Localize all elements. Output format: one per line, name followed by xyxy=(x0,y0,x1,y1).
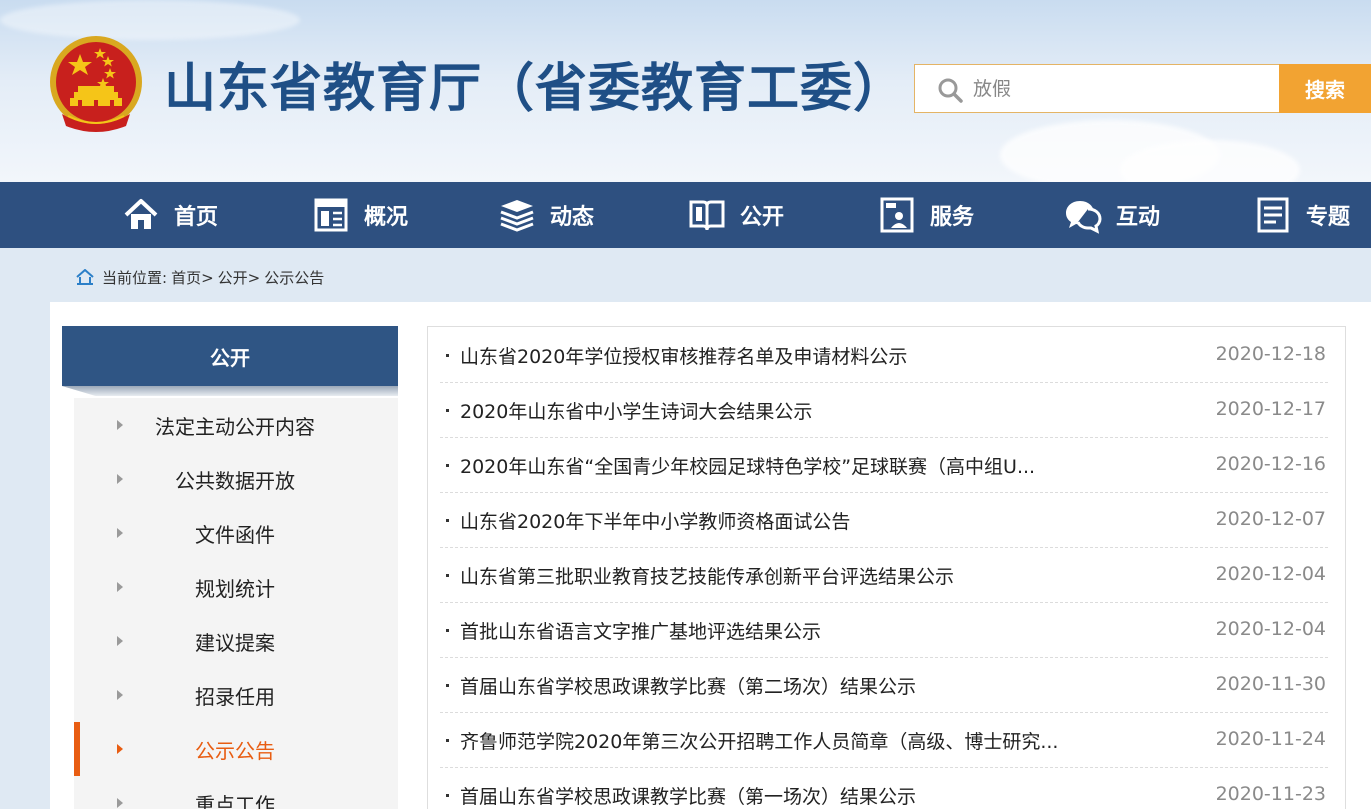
service-icon xyxy=(880,197,914,233)
sidebar-item-label: 规划统计 xyxy=(195,576,275,601)
nav-item-service[interactable]: 服务 xyxy=(878,182,974,248)
news-title[interactable]: 山东省2020年下半年中小学教师资格面试公告 xyxy=(460,507,1110,534)
nav-item-news[interactable]: 动态 xyxy=(498,182,594,248)
news-list-item[interactable]: 首批山东省语言文字推广基地评选结果公示 2020-12-04 xyxy=(440,603,1328,658)
sidebar-item-label: 重点工作 xyxy=(195,792,275,809)
breadcrumb-prefix: 当前位置: xyxy=(102,268,168,287)
news-title[interactable]: 首届山东省学校思政课教学比赛（第二场次）结果公示 xyxy=(460,672,1110,699)
sidebar-item-label: 招录任用 xyxy=(195,684,275,709)
nav-label: 服务 xyxy=(930,205,975,230)
nav-item-open[interactable]: 公开 xyxy=(688,182,784,248)
nav-label: 首页 xyxy=(174,205,219,230)
open-book-icon xyxy=(689,200,725,231)
nav-label: 公开 xyxy=(740,205,785,230)
news-list-item[interactable]: 2020年山东省中小学生诗词大会结果公示 2020-12-17 xyxy=(440,383,1328,438)
search-icon xyxy=(938,78,963,103)
site-title: 山东省教育厅（省委教育工委） xyxy=(164,59,907,119)
sidebar-item-label: 建议提案 xyxy=(195,630,275,655)
sidebar-menu: 法定主动公开内容 公共数据开放 文件函件 规划统计 建议提案 招录任用 公示公告… xyxy=(74,398,398,809)
main-nav: 首页 概况 动态 公开 服务 互动 专题 xyxy=(0,182,1371,248)
news-title[interactable]: 山东省第三批职业教育技艺技能传承创新平台评选结果公示 xyxy=(460,562,1110,589)
sidebar-item-documents[interactable]: 文件函件 xyxy=(74,506,398,560)
nav-label: 专题 xyxy=(1306,205,1351,230)
bullet-icon xyxy=(446,794,449,797)
sidebar-item-label: 公共数据开放 xyxy=(175,468,295,493)
news-list-item[interactable]: 齐鲁师范学院2020年第三次公开招聘工作人员简章（高级、博士研究... 2020… xyxy=(440,713,1328,768)
nav-item-home[interactable]: 首页 xyxy=(122,182,218,248)
news-date: 2020-11-30 xyxy=(1215,673,1326,695)
home-icon xyxy=(124,199,158,229)
bullet-icon xyxy=(446,684,449,687)
nav-label: 概况 xyxy=(364,205,409,230)
site-header: 山东省教育厅（省委教育工委） 搜索 xyxy=(0,0,1371,182)
sidebar-item-public-data[interactable]: 公共数据开放 xyxy=(74,452,398,506)
sidebar-item-announcements[interactable]: 公示公告 xyxy=(74,722,398,776)
sidebar-item-proposals[interactable]: 建议提案 xyxy=(74,614,398,668)
stack-icon xyxy=(500,200,534,232)
bullet-icon xyxy=(446,464,449,467)
news-date: 2020-12-07 xyxy=(1215,508,1326,530)
news-list-item[interactable]: 2020年山东省“全国青少年校园足球特色学校”足球联赛（高中组U... 2020… xyxy=(440,438,1328,493)
document-icon xyxy=(1257,197,1289,233)
news-title[interactable]: 齐鲁师范学院2020年第三次公开招聘工作人员简章（高级、博士研究... xyxy=(460,727,1110,754)
cloud-decoration xyxy=(0,0,300,40)
news-date: 2020-12-17 xyxy=(1215,398,1326,420)
bullet-icon xyxy=(446,739,449,742)
news-list-item[interactable]: 首届山东省学校思政课教学比赛（第二场次）结果公示 2020-11-30 xyxy=(440,658,1328,713)
chat-icon xyxy=(1066,201,1102,234)
bullet-icon xyxy=(446,629,449,632)
sidebar-item-label: 公示公告 xyxy=(195,738,275,763)
nav-label: 互动 xyxy=(1116,205,1161,230)
sidebar-heading-shadow xyxy=(62,386,398,396)
bullet-icon xyxy=(446,409,449,412)
bullet-icon xyxy=(446,574,449,577)
overview-icon xyxy=(314,198,348,232)
news-date: 2020-11-23 xyxy=(1215,783,1326,805)
sidebar-item-label: 文件函件 xyxy=(195,522,275,547)
national-emblem-icon xyxy=(50,36,142,132)
bullet-icon xyxy=(446,519,449,522)
news-title[interactable]: 2020年山东省中小学生诗词大会结果公示 xyxy=(460,397,1110,424)
search-input[interactable] xyxy=(973,65,1273,112)
bullet-icon xyxy=(446,354,449,357)
news-title[interactable]: 首届山东省学校思政课教学比赛（第一场次）结果公示 xyxy=(460,782,1110,809)
news-date: 2020-12-16 xyxy=(1215,453,1326,475)
news-date: 2020-12-04 xyxy=(1215,618,1326,640)
news-title[interactable]: 2020年山东省“全国青少年校园足球特色学校”足球联赛（高中组U... xyxy=(460,452,1110,479)
breadcrumb-open[interactable]: 公开> xyxy=(218,267,261,288)
news-list-item[interactable]: 山东省第三批职业教育技艺技能传承创新平台评选结果公示 2020-12-04 xyxy=(440,548,1328,603)
nav-item-interact[interactable]: 互动 xyxy=(1064,182,1160,248)
search-button[interactable]: 搜索 xyxy=(1279,64,1371,113)
sidebar-item-legal-disclosure[interactable]: 法定主动公开内容 xyxy=(74,398,398,452)
news-title[interactable]: 首批山东省语言文字推广基地评选结果公示 xyxy=(460,617,1110,644)
nav-item-overview[interactable]: 概况 xyxy=(312,182,408,248)
breadcrumb-current[interactable]: 公示公告 xyxy=(264,267,324,288)
nav-item-topics[interactable]: 专题 xyxy=(1254,182,1350,248)
news-date: 2020-12-04 xyxy=(1215,563,1326,585)
breadcrumb: 当前位置: 首页> 公开> 公示公告 xyxy=(76,266,324,288)
home-icon xyxy=(76,269,94,285)
nav-label: 动态 xyxy=(550,205,595,230)
news-list-item[interactable]: 山东省2020年下半年中小学教师资格面试公告 2020-12-07 xyxy=(440,493,1328,548)
news-title[interactable]: 山东省2020年学位授权审核推荐名单及申请材料公示 xyxy=(460,342,1110,369)
sidebar-item-label: 法定主动公开内容 xyxy=(155,414,315,439)
breadcrumb-home[interactable]: 首页> xyxy=(171,267,214,288)
sidebar-item-key-work[interactable]: 重点工作 xyxy=(74,776,398,809)
sidebar-heading: 公开 xyxy=(62,326,398,386)
sidebar-item-recruitment[interactable]: 招录任用 xyxy=(74,668,398,722)
news-date: 2020-11-24 xyxy=(1215,728,1326,750)
news-date: 2020-12-18 xyxy=(1215,343,1326,365)
sidebar-item-planning-stats[interactable]: 规划统计 xyxy=(74,560,398,614)
news-list-item[interactable]: 首届山东省学校思政课教学比赛（第一场次）结果公示 2020-11-23 xyxy=(440,768,1328,809)
news-list-item[interactable]: 山东省2020年学位授权审核推荐名单及申请材料公示 2020-12-18 xyxy=(440,328,1328,383)
search-box xyxy=(914,64,1280,113)
